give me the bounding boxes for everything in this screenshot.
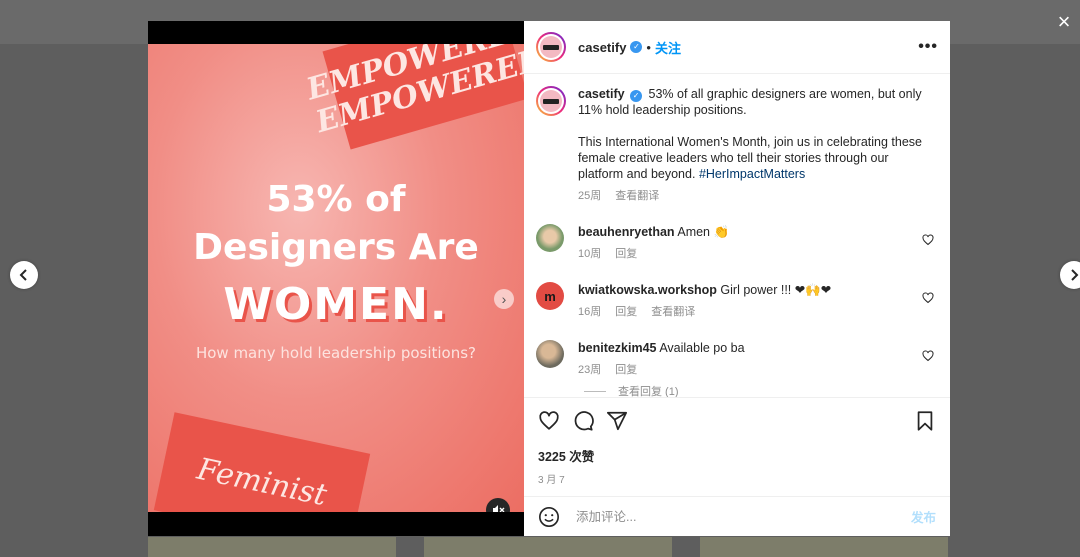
comment-item: benitezkim45 Available po ba 23周 回复 [524,320,950,378]
comment-text: Girl power !!! ❤🙌❤ [720,283,832,297]
bookmark-icon[interactable] [914,410,936,432]
comment-item: beauhenryethan Amen 👏 10周 回复 [524,204,950,262]
like-comment-icon[interactable] [922,292,934,304]
image-subheadline: How many hold leadership positions? [195,344,477,362]
comment-icon[interactable] [572,410,594,432]
avatar[interactable] [536,224,564,252]
post-header: casetify ✓ • 关注 ••• [524,21,950,74]
post-modal: EMPOWERED EMPOWERED Feminist 53% of Desi… [148,21,950,536]
verified-icon: ✓ [630,90,643,102]
view-replies-link[interactable]: 查看回复 (1) [584,383,679,397]
mute-icon[interactable] [486,498,510,512]
reply-link[interactable]: 回复 [615,364,637,376]
follow-button[interactable]: 关注 [655,38,681,57]
image-headline-2: Designers Are [193,227,479,268]
caption: casetify ✓ 53% of all graphic designers … [524,74,950,204]
comment-input[interactable] [574,508,911,525]
more-options-icon[interactable]: ••• [918,38,938,56]
image-headline-1: 53% of [266,179,406,220]
emoji-icon[interactable] [538,506,560,528]
username[interactable]: casetify [578,40,626,55]
post-actions: 3225 次赞 3 月 7 [524,397,950,486]
chevron-right-icon [1071,269,1079,281]
image-headline-3: WOMEN. [223,279,449,330]
avatar[interactable]: m [536,282,564,310]
comment-time: 16周 [578,306,602,318]
post-media: EMPOWERED EMPOWERED Feminist 53% of Desi… [148,21,524,536]
post-panel: casetify ✓ • 关注 ••• casetify ✓ 53% of al… [524,21,950,536]
background-tile [148,537,396,557]
post-image[interactable]: EMPOWERED EMPOWERED Feminist 53% of Desi… [148,44,524,512]
view-replies-label: 查看回复 (1) [618,386,679,397]
next-post-button[interactable] [1060,261,1080,289]
close-icon[interactable]: × [1052,10,1076,34]
caption-time: 25周 [578,190,602,202]
comments-list[interactable]: casetify ✓ 53% of all graphic designers … [524,74,950,397]
comment-time: 10周 [578,248,602,260]
comment-item: m kwiatkowska.workshop Girl power !!! ❤🙌… [524,262,950,320]
background-tile [424,537,672,557]
background-grid [148,537,948,557]
avatar[interactable] [536,32,566,62]
avatar[interactable] [536,86,566,116]
add-comment-bar: 发布 [524,496,950,536]
likes-count[interactable]: 3225 次赞 [524,434,950,465]
like-comment-icon[interactable] [922,350,934,362]
caption-text-1: 53% of all graphic designers are women, … [578,87,922,117]
separator: • [646,39,651,55]
comment-text: Amen 👏 [677,225,730,239]
prev-post-button[interactable] [10,261,38,289]
image-next-icon[interactable]: › [494,289,514,309]
post-date: 3 月 7 [538,475,565,486]
translate-link[interactable]: 查看翻译 [651,306,695,318]
share-icon[interactable] [606,410,628,432]
verified-icon: ✓ [630,41,643,53]
post-comment-button[interactable]: 发布 [911,507,936,526]
speaker-muted-icon [493,505,505,512]
sticker-empowered: EMPOWERED EMPOWERED [303,44,524,150]
hashtag-link[interactable]: #HerImpactMatters [699,167,805,181]
reply-link[interactable]: 回复 [615,248,637,260]
caption-text-2: This International Women's Month, join u… [578,134,934,182]
avatar[interactable] [536,340,564,368]
caption-username[interactable]: casetify [578,87,625,101]
sticker-feminist: Feminist [153,412,371,512]
comment-username[interactable]: beauhenryethan [578,225,675,239]
chevron-left-icon [19,269,27,281]
translate-link[interactable]: 查看翻译 [615,190,659,202]
heart-icon[interactable] [538,410,560,432]
background-tile [700,537,948,557]
casetify-logo-icon [540,36,562,58]
reply-link[interactable]: 回复 [615,306,637,318]
comment-text: Available po ba [659,341,745,355]
casetify-logo-icon [540,90,562,112]
like-comment-icon[interactable] [922,234,934,246]
comment-time: 23周 [578,364,602,376]
comment-username[interactable]: benitezkim45 [578,341,657,355]
comment-username[interactable]: kwiatkowska.workshop [578,283,717,297]
